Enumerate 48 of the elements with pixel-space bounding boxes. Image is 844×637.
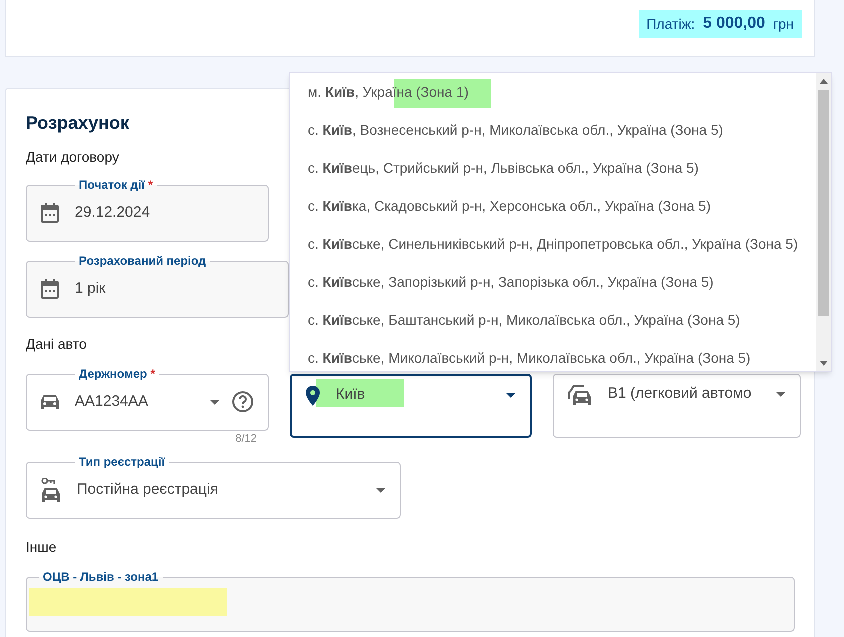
caret-icon[interactable] xyxy=(376,488,386,492)
suggestion-item[interactable]: с. Київське, Миколаївський р-н, Миколаївська обл., Україна (Зона 5) xyxy=(290,339,816,371)
car-icon xyxy=(41,394,59,410)
field-label: Початок дії * xyxy=(78,178,154,192)
field-value: Постійна реєстрація xyxy=(77,480,218,500)
caret-icon[interactable] xyxy=(210,400,220,404)
field-label: ОЦВ - Львів - зона1 xyxy=(42,570,160,584)
car-key-icon xyxy=(41,478,61,502)
suggestion-item[interactable]: с. Київське, Баштанський р-н, Миколаївська обл., Україна (Зона 5) xyxy=(290,301,816,339)
caret-icon[interactable] xyxy=(506,393,516,398)
select-field[interactable]: B1 (легковий автомо xyxy=(553,374,801,438)
input-field[interactable]: Початок дії * 29.12.2024 xyxy=(26,178,269,242)
scrollbar-thumb[interactable] xyxy=(818,90,829,316)
payment-currency: грн xyxy=(773,14,794,34)
input-field[interactable]: Розрахований період 1 рік xyxy=(26,254,289,318)
calendar-icon xyxy=(41,203,59,223)
field-label: Тип реєстрації xyxy=(78,455,166,469)
input-field[interactable]: ОЦВ - Львів - зона1 xyxy=(26,570,795,632)
calendar-icon xyxy=(41,279,59,299)
group-heading: Інше xyxy=(26,538,57,557)
field-label: Держномер * xyxy=(78,367,156,381)
scroll-down-icon[interactable] xyxy=(820,361,828,366)
suggestion-item[interactable]: с. Київець, Стрийський р-н, Львівська обл., Україна (Зона 5) xyxy=(290,149,816,187)
select-field[interactable]: Держномер * AA1234AA xyxy=(26,367,269,431)
caret-icon[interactable] xyxy=(776,392,786,397)
select-field[interactable]: Київ xyxy=(290,374,532,438)
field-value: Київ xyxy=(336,385,366,406)
section-title: Розрахунок xyxy=(26,112,130,135)
character-counter: 8/12 xyxy=(236,432,257,447)
suggestion-item[interactable]: с. Київське, Синельниківський р-н, Дніпропетровська обл., Україна (Зона 5) xyxy=(290,225,816,263)
location-pin-icon xyxy=(306,386,320,406)
scroll-up-icon[interactable] xyxy=(820,79,828,84)
help-icon[interactable] xyxy=(232,391,254,413)
group-heading: Дані авто xyxy=(26,335,87,354)
scrollbar[interactable] xyxy=(816,73,831,371)
field-value: 29.12.2024 xyxy=(75,202,150,223)
field-value: 1 рік xyxy=(75,278,106,299)
payment-amount: 5 000,00 xyxy=(703,14,766,34)
suggestion-item[interactable]: с. Київка, Скадовський р-н, Херсонська обл., Україна (Зона 5) xyxy=(290,187,816,225)
field-value: B1 (легковий автомо xyxy=(608,384,752,404)
cars-icon xyxy=(568,384,592,404)
suggestion-item[interactable]: с. Київське, Запорізький р-н, Запорізька обл., Україна (Зона 5) xyxy=(290,263,816,301)
group-heading: Дати договору xyxy=(26,148,120,167)
suggestion-item[interactable]: с. Київ, Вознесенський р-н, Миколаївська обл., Україна (Зона 5) xyxy=(290,111,816,149)
payment-label: Платіж: xyxy=(646,14,696,34)
field-label: Розрахований період xyxy=(78,254,208,268)
select-field[interactable]: Тип реєстрації Постійна реєстрація xyxy=(26,455,401,519)
field-value: AA1234AA xyxy=(75,392,148,412)
